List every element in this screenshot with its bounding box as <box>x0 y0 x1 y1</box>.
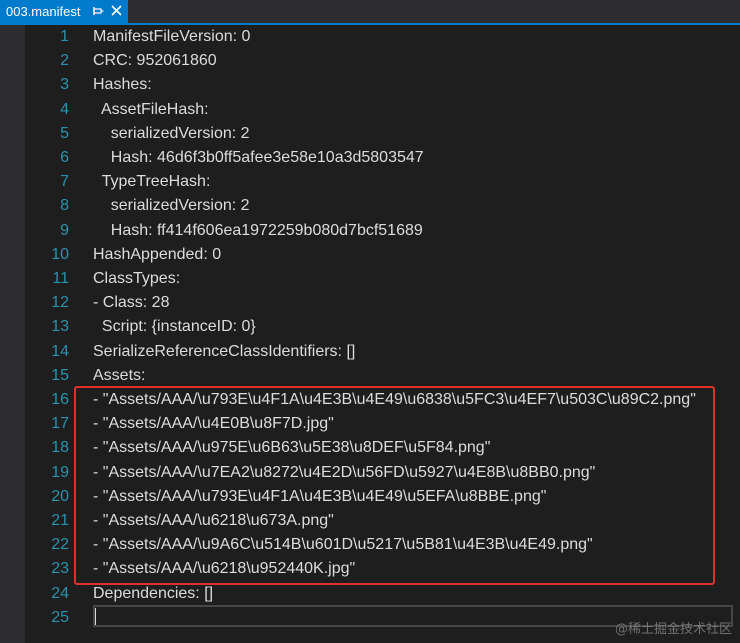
line-text: Dependencies: [] <box>93 584 214 602</box>
code-line[interactable]: 8 serializedVersion: 2 <box>25 194 740 218</box>
watermark: @稀土掘金技术社区 <box>614 622 732 637</box>
line-text: ManifestFileVersion: 0 <box>93 28 251 45</box>
line-text: - "Assets/AAA/\u7EA2\u8272\u4E2D\u56FD\u… <box>93 463 596 481</box>
line-text: Script: {instanceID: 0} <box>93 318 256 336</box>
line-number: 23 <box>51 560 69 578</box>
line-text: Hash: ff414f606ea1972259b080d7bcf51689 <box>93 221 423 239</box>
line-text: SerializeReferenceClassIdentifiers: [] <box>93 342 356 360</box>
line-number: 22 <box>51 536 69 554</box>
line-number: 1 <box>60 28 69 45</box>
line-text: - "Assets/AAA/\u4E0B\u8F7D.jpg" <box>93 415 334 433</box>
line-number: 25 <box>51 608 69 626</box>
line-number: 4 <box>60 100 69 118</box>
line-text: Hashes: <box>93 76 152 94</box>
line-text: - "Assets/AAA/\u9A6C\u514B\u601D\u5217\u… <box>93 536 593 554</box>
line-number: 10 <box>51 245 69 263</box>
line-text: ClassTypes: <box>93 270 181 287</box>
code-line[interactable]: 9 Hash: ff414f606ea1972259b080d7bcf51689 <box>25 219 740 243</box>
line-number: 12 <box>51 294 69 312</box>
line-number: 16 <box>51 391 69 408</box>
line-text: HashAppended: 0 <box>93 245 222 263</box>
code-line[interactable]: 18 - "Assets/AAA/\u975E\u6B63\u5E38\u8DEF… <box>25 436 740 460</box>
code-line[interactable]: 19 - "Assets/AAA/\u7EA2\u8272\u4E2D\u56FD… <box>25 461 740 485</box>
line-number: 2 <box>60 52 69 70</box>
line-text: serializedVersion: 2 <box>93 197 250 215</box>
code-line[interactable]: 14 SerializeReferenceClassIdentifiers: [] <box>25 340 740 364</box>
code-line[interactable]: 13 Script: {instanceID: 0} <box>25 315 740 339</box>
line-number: 14 <box>51 342 69 360</box>
line-text: Assets: <box>93 366 146 384</box>
text-caret <box>95 608 96 625</box>
code-line[interactable]: 6 Hash: 46d6f3b0ff5afee3e58e10a3d5803547 <box>25 146 740 170</box>
code-line[interactable]: 21 - "Assets/AAA/\u6218\u673A.png" <box>25 509 740 533</box>
line-number: 9 <box>60 221 69 239</box>
code-line[interactable]: 17 - "Assets/AAA/\u4E0B\u8F7D.jpg" <box>25 412 740 436</box>
code-line[interactable]: 5 serializedVersion: 2 <box>25 122 740 146</box>
code-line[interactable]: 7 TypeTreeHash: <box>25 170 740 194</box>
line-number: 13 <box>51 318 69 336</box>
code-line[interactable]: 4 AssetFileHash: <box>25 98 740 122</box>
line-number: 19 <box>51 463 69 481</box>
code-line[interactable]: 23 - "Assets/AAA/\u6218\u952440K.jpg" <box>25 557 740 581</box>
line-number: 5 <box>60 124 69 142</box>
code-line[interactable]: 1 ManifestFileVersion: 0 <box>25 25 740 49</box>
pin-icon[interactable] <box>92 4 104 18</box>
line-number: 3 <box>60 76 69 94</box>
line-number: 7 <box>60 173 69 191</box>
line-number: 17 <box>51 415 69 433</box>
line-text: CRC: 952061860 <box>93 52 217 70</box>
tab-title: 003.manifest <box>6 4 81 19</box>
line-number: 11 <box>52 270 69 287</box>
line-text: Hash: 46d6f3b0ff5afee3e58e10a3d5803547 <box>93 149 424 166</box>
line-number: 8 <box>60 197 69 215</box>
tab-003-manifest[interactable]: 003.manifest <box>0 0 128 23</box>
code-editor[interactable]: 1 ManifestFileVersion: 0 2 CRC: 952061860 3 H… <box>25 25 740 643</box>
line-number: 6 <box>60 149 69 166</box>
code-line[interactable]: 24 Dependencies: [] <box>25 582 740 606</box>
editor-window: 003.manifest 1 ManifestFileVersion: 0 2 CRC… <box>0 0 740 643</box>
code-line[interactable]: 2 CRC: 952061860 <box>25 49 740 73</box>
code-line[interactable]: 12 - Class: 28 <box>25 291 740 315</box>
line-text: - "Assets/AAA/\u793E\u4F1A\u4E3B\u4E49\u… <box>93 391 696 408</box>
code-line[interactable]: 20 - "Assets/AAA/\u793E\u4F1A\u4E3B\u4E49… <box>25 485 740 509</box>
line-text: TypeTreeHash: <box>93 173 211 191</box>
line-text: - "Assets/AAA/\u6218\u673A.png" <box>93 512 334 529</box>
line-text: - Class: 28 <box>93 294 170 312</box>
line-number: 21 <box>51 512 69 529</box>
code-line[interactable]: 16 - "Assets/AAA/\u793E\u4F1A\u4E3B\u4E49… <box>25 388 740 412</box>
code-line[interactable]: 15 Assets: <box>25 364 740 388</box>
line-number: 15 <box>51 366 69 384</box>
line-number: 18 <box>51 439 69 457</box>
line-number: 24 <box>51 584 69 602</box>
line-text: - "Assets/AAA/\u6218\u952440K.jpg" <box>93 560 356 578</box>
code-line[interactable]: 3 Hashes: <box>25 73 740 97</box>
line-text: AssetFileHash: <box>93 100 209 118</box>
code-line[interactable]: 11 ClassTypes: <box>25 267 740 291</box>
code-line[interactable]: 10 HashAppended: 0 <box>25 243 740 267</box>
line-text: - "Assets/AAA/\u793E\u4F1A\u4E3B\u4E49\u… <box>93 487 547 505</box>
close-icon[interactable] <box>110 4 123 17</box>
line-text: - "Assets/AAA/\u975E\u6B63\u5E38\u8DEF\u… <box>93 439 491 457</box>
line-text: serializedVersion: 2 <box>93 124 250 142</box>
code-line[interactable]: 22 - "Assets/AAA/\u9A6C\u514B\u601D\u5217… <box>25 533 740 557</box>
tab-bar: 003.manifest <box>0 0 740 25</box>
line-number: 20 <box>51 487 69 505</box>
